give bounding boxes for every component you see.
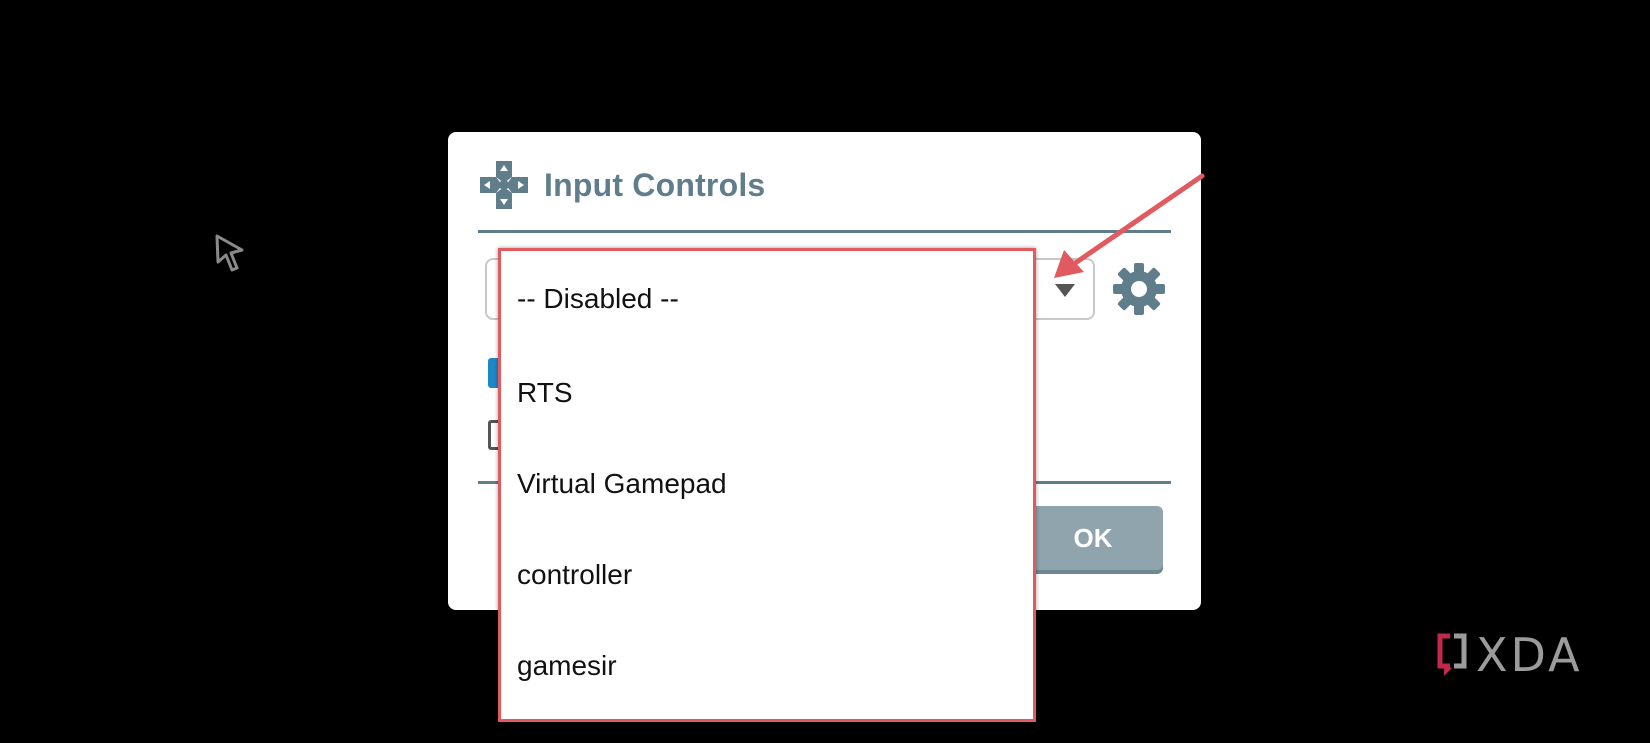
dropdown-option-disabled[interactable]: -- Disabled -- bbox=[501, 251, 1033, 347]
dialog-title: Input Controls bbox=[544, 166, 766, 203]
controls-profile-dropdown: -- Disabled -- RTS Virtual Gamepad contr… bbox=[498, 248, 1036, 722]
xda-logo-text: XDA bbox=[1476, 628, 1583, 682]
dpad-icon bbox=[480, 161, 528, 209]
mouse-cursor-icon bbox=[215, 234, 244, 272]
dropdown-option-gamesir[interactable]: gamesir bbox=[501, 620, 1033, 711]
dialog-header: Input Controls bbox=[478, 160, 765, 210]
xda-watermark: XDA bbox=[1434, 628, 1583, 682]
ok-button[interactable]: OK bbox=[1023, 506, 1163, 570]
dropdown-option-virtual-gamepad[interactable]: Virtual Gamepad bbox=[501, 438, 1033, 529]
screen: Input Controls OK -- Disabled -- RTS Vir… bbox=[0, 0, 1650, 743]
dropdown-option-controller[interactable]: controller bbox=[501, 529, 1033, 620]
annotation-arrow-icon bbox=[1054, 173, 1205, 278]
xda-bracket-icon bbox=[1437, 633, 1467, 676]
dropdown-option-rts[interactable]: RTS bbox=[501, 347, 1033, 438]
